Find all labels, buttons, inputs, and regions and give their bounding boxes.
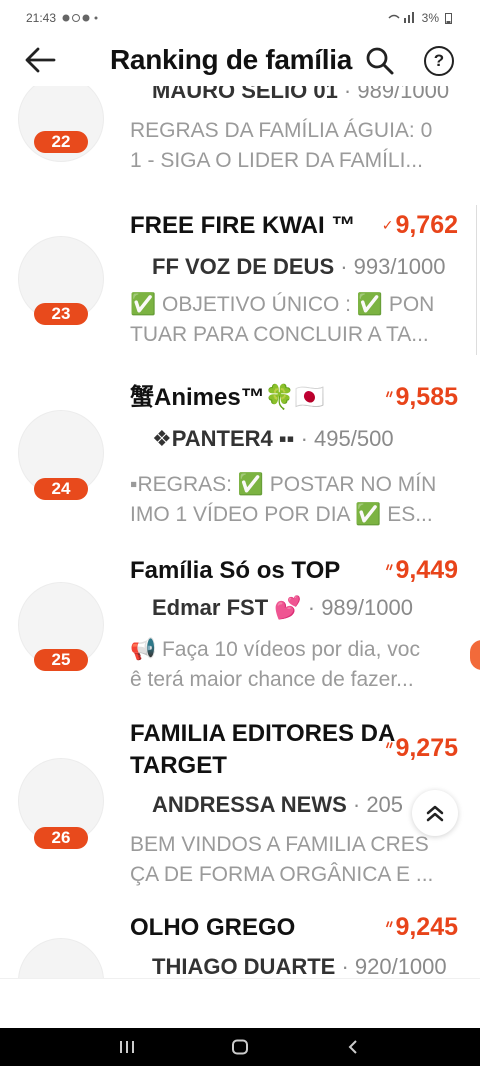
list-item-rank-24[interactable]: 24 蟹Animes™🍀🇯🇵 ᐥ 9,585 ❖PANTER4 ▪▪ · 495/… bbox=[0, 382, 480, 547]
member-count: · 989/1000 bbox=[337, 86, 450, 103]
member-count: · 989/1000 bbox=[301, 595, 413, 620]
fire-icon: ᐥ bbox=[385, 389, 394, 405]
leader-name: MAURO SELIO 01 bbox=[152, 86, 338, 103]
member-count: · 993/1000 bbox=[334, 254, 446, 279]
leader-name: FF VOZ DE DEUS bbox=[152, 254, 335, 279]
member-count: · 495/500 bbox=[294, 426, 394, 451]
search-button[interactable] bbox=[360, 44, 400, 78]
battery-level: 3% bbox=[421, 11, 439, 25]
list-item-rank-22[interactable]: 22 MAURO SELIO 01 · 989/1000 REGRAS DA F… bbox=[0, 86, 480, 206]
family-points: ᐥ 9,275 bbox=[386, 734, 458, 763]
status-bar: 21:43 3% bbox=[0, 0, 480, 36]
page-title: Ranking de família bbox=[110, 44, 352, 75]
points-value: 9,585 bbox=[395, 383, 458, 411]
back-nav-button[interactable] bbox=[333, 1032, 373, 1062]
leader-line: Edmar FST 💕 · 989/1000 bbox=[152, 595, 462, 621]
list-item-rank-27[interactable]: OLHO GREGO ᐥ 9,245 THIAGO DUARTE · 920/10… bbox=[0, 912, 480, 978]
fire-icon: ᐥ bbox=[385, 740, 394, 756]
help-icon: ? bbox=[433, 51, 445, 70]
status-time: 21:43 bbox=[26, 11, 57, 25]
chevron-left-icon bbox=[348, 1040, 358, 1054]
rank-badge: 24 bbox=[34, 478, 88, 500]
points-value: 9,275 bbox=[395, 734, 458, 762]
rank-badge: 25 bbox=[34, 649, 88, 671]
family-name: OLHO GREGO bbox=[130, 914, 296, 941]
family-description: REGRAS DA FAMÍLIA ÁGUIA: 0 1 - SIGA O LI… bbox=[130, 119, 433, 172]
family-points: ✓ 9,762 bbox=[382, 211, 458, 240]
leader-name: THIAGO DUARTE bbox=[152, 954, 336, 978]
list-item-rank-23[interactable]: 23 FREE FIRE KWAI ™ ✓ 9,762 FF VOZ DE DEU… bbox=[0, 210, 480, 375]
family-name: FAMILIA EDITORES DA TARGET bbox=[130, 720, 395, 779]
leader-name: ANDRESSA NEWS bbox=[152, 792, 347, 817]
points-value: 9,449 bbox=[395, 556, 458, 584]
leader-line: ❖PANTER4 ▪▪ · 495/500 bbox=[152, 426, 462, 452]
system-nav-bar bbox=[0, 1028, 480, 1066]
fire-icon: ✓ bbox=[381, 217, 394, 233]
member-count: · 920/1000 bbox=[335, 954, 447, 978]
status-right: 3% bbox=[388, 11, 452, 25]
leader-name: Edmar FST 💕 bbox=[152, 595, 302, 620]
family-name: Família Só os TOP bbox=[130, 557, 341, 584]
rank-badge: 26 bbox=[34, 827, 88, 849]
recent-apps-button[interactable] bbox=[107, 1032, 147, 1062]
notification-icons bbox=[62, 14, 98, 22]
scroll-indicator[interactable] bbox=[476, 205, 480, 355]
scroll-to-top-button[interactable] bbox=[412, 790, 458, 836]
family-points: ᐥ 9,585 bbox=[386, 383, 458, 412]
family-name: 蟹Animes™🍀🇯🇵 bbox=[130, 384, 325, 411]
list-item-rank-26[interactable]: 26 FAMILIA EDITORES DA TARGET ᐥ 9,275 AND… bbox=[0, 718, 480, 898]
family-avatar[interactable] bbox=[18, 938, 104, 978]
family-description: 📢 Faça 10 vídeos por dia, voc ê terá mai… bbox=[130, 638, 420, 691]
list-item-rank-25[interactable]: 25 Família Só os TOP ᐥ 9,449 Edmar FST 💕 … bbox=[0, 555, 480, 715]
home-button[interactable] bbox=[220, 1032, 260, 1062]
family-name: FREE FIRE KWAI ™ bbox=[130, 212, 356, 239]
header: Ranking de família ? bbox=[0, 36, 480, 86]
status-left: 21:43 bbox=[26, 11, 102, 25]
signal-icon bbox=[388, 12, 414, 23]
leader-line: FF VOZ DE DEUS · 993/1000 bbox=[152, 254, 462, 280]
leader-name: ❖PANTER4 ▪▪ bbox=[152, 426, 295, 451]
rank-badge: 22 bbox=[34, 131, 88, 153]
bottom-spacer bbox=[0, 978, 480, 1028]
family-ranking-list: 22 MAURO SELIO 01 · 989/1000 REGRAS DA F… bbox=[0, 86, 480, 978]
recent-apps-icon bbox=[119, 1041, 134, 1053]
leader-line: MAURO SELIO 01 · 989/1000 bbox=[152, 86, 462, 104]
help-button[interactable]: ? bbox=[424, 46, 454, 76]
family-points: ᐥ 9,245 bbox=[386, 913, 458, 942]
member-count: · 205/ bbox=[352, 792, 402, 817]
family-description: ▪REGRAS: ✅ POSTAR NO MÍN IMO 1 VÍDEO POR… bbox=[130, 473, 437, 526]
arrow-left-icon bbox=[25, 47, 56, 73]
battery-icon bbox=[445, 13, 452, 24]
family-description: ✅ OBJETIVO ÚNICO : ✅ PON TUAR PARA CONCL… bbox=[130, 293, 435, 346]
rank-badge: 23 bbox=[34, 303, 88, 325]
leader-line: THIAGO DUARTE · 920/1000 bbox=[152, 954, 462, 978]
fire-icon: ᐥ bbox=[385, 919, 394, 935]
back-button[interactable] bbox=[20, 44, 60, 76]
family-description: BEM VINDOS A FAMILIA CRES ÇA DE FORMA OR… bbox=[130, 833, 434, 886]
fire-icon: ᐥ bbox=[385, 562, 394, 578]
points-value: 9,762 bbox=[395, 211, 458, 239]
family-points: ᐥ 9,449 bbox=[386, 556, 458, 585]
search-icon bbox=[366, 47, 394, 75]
leader-line: ANDRESSA NEWS · 205/ bbox=[152, 792, 402, 818]
double-chevron-up-icon bbox=[426, 805, 444, 822]
points-value: 9,245 bbox=[395, 913, 458, 941]
home-icon bbox=[231, 1039, 248, 1055]
